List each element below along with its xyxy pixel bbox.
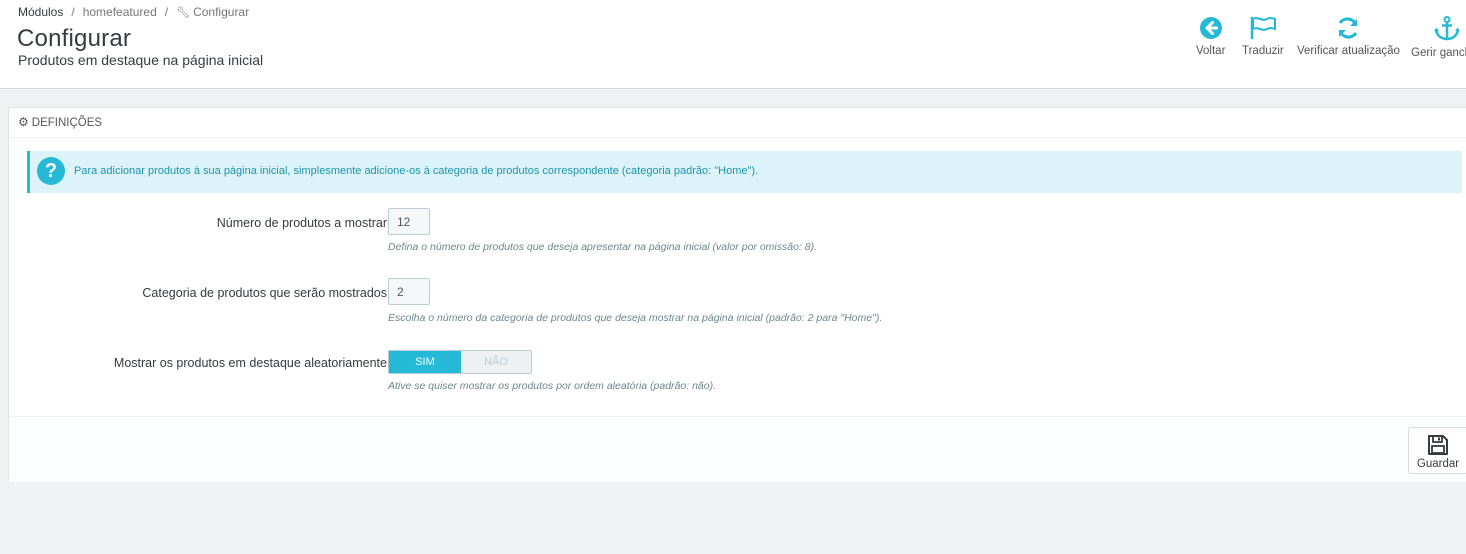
random-toggle-no[interactable]: NÃO — [461, 351, 531, 373]
floppy-disk-icon — [1428, 435, 1448, 455]
info-alert: ? Para adicionar produtos à sua página i… — [27, 151, 1462, 193]
arrow-circle-left-icon — [1199, 17, 1222, 39]
save-button[interactable]: Guardar — [1408, 427, 1466, 474]
num-products-input[interactable]: 12 — [388, 208, 430, 235]
question-circle-icon: ? — [37, 157, 65, 185]
page-header: Módulos / homefeatured / 🔧︎ Configurar Config… — [0, 0, 1466, 89]
num-products-label: Número de produtos a mostrar — [216, 216, 387, 230]
translate-label: Traduzir — [1242, 45, 1284, 57]
manage-hooks-button[interactable]: Gerir ganchos — [1411, 16, 1466, 59]
cogs-icon: ⚙︎ — [18, 115, 29, 129]
back-button[interactable]: Voltar — [1196, 16, 1225, 57]
random-toggle-switch[interactable]: SIM NÃO — [388, 350, 532, 374]
random-toggle-yes[interactable]: SIM — [389, 351, 461, 373]
toolbar: Voltar Traduzir Verificar atualização Ge… — [0, 16, 1466, 76]
flag-icon — [1250, 17, 1276, 39]
manage-hooks-label: Gerir ganchos — [1411, 47, 1466, 59]
translate-button[interactable]: Traduzir — [1242, 16, 1284, 57]
category-input[interactable]: 2 — [388, 278, 430, 305]
panel-footer: Guardar — [9, 416, 1466, 482]
anchor-icon — [1434, 16, 1461, 41]
back-label: Voltar — [1196, 45, 1226, 57]
panel-heading-label: DEFINIÇÕES — [31, 117, 103, 129]
category-label: Categoria de produtos que serão mostrado… — [142, 286, 387, 300]
panel-heading: ⚙︎ DEFINIÇÕES — [9, 108, 1466, 138]
category-help: Escolha o número da categoria de produto… — [388, 312, 883, 324]
random-label: Mostrar os produtos em destaque aleatori… — [113, 356, 387, 370]
random-help: Ative se quiser mostrar os produtos por … — [388, 380, 716, 392]
alert-text: Para adicionar produtos à sua página ini… — [74, 165, 759, 177]
check-update-button[interactable]: Verificar atualização — [1297, 16, 1400, 57]
num-products-help: Defina o número de produtos que deseja a… — [388, 241, 818, 253]
check-update-label: Verificar atualização — [1297, 45, 1400, 57]
save-label: Guardar — [1416, 458, 1460, 470]
refresh-icon — [1338, 17, 1358, 39]
settings-panel: ⚙︎ DEFINIÇÕES ? Para adicionar produtos à… — [8, 107, 1466, 482]
